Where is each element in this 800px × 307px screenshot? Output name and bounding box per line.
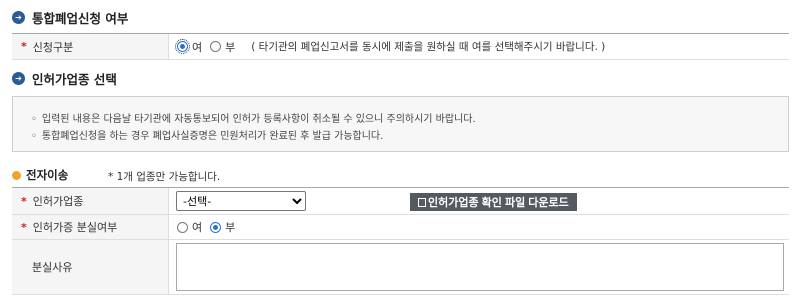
industry-row: * 인허가업종 -선택- <box>12 187 789 215</box>
circle-bullet-icon <box>12 170 21 180</box>
section-title-integrated-closure: ➔ 통합폐업신청 여부 <box>12 8 128 27</box>
download-industry-file-button[interactable]: 인허가업종 확인 파일 다운로드 <box>410 193 577 211</box>
industry-label: 인허가업종 <box>32 195 84 208</box>
notice-line: ◦ 입력된 내용은 다음날 타기관에 자동통보되어 인허가 등록사항이 취소될 수… <box>31 114 476 125</box>
sub-title-text: 전자이송 <box>26 168 69 182</box>
application-type-no-radio[interactable] <box>210 41 222 52</box>
application-type-label: 신청구분 <box>32 40 74 54</box>
license-lost-no-radio[interactable] <box>210 221 222 233</box>
arrow-right-icon: ➔ <box>12 72 25 85</box>
application-type-hint: ( 타기관의 폐업신고서를 동시에 제출을 원하실 때 여를 선택해주시기 바랍… <box>251 41 606 53</box>
lost-reason-textarea[interactable] <box>176 243 784 291</box>
license-lost-no-label[interactable]: 부 <box>225 219 235 235</box>
application-type-no-label[interactable]: 부 <box>225 39 235 55</box>
section-title-license-industry: ➔ 인허가업종 선택 <box>12 69 117 88</box>
download-button-label: 인허가업종 확인 파일 다운로드 <box>428 197 569 209</box>
lost-reason-label-cell: 분실사유 <box>12 240 169 294</box>
lost-reason-row: 분실사유 <box>12 240 789 295</box>
required-star-icon: * <box>21 40 27 53</box>
notice-line: ◦ 통합폐업신청을 하는 경우 폐업사실증명은 민원처리가 완료된 후 발급 가능… <box>31 131 384 142</box>
notice-box: ◦ 입력된 내용은 다음날 타기관에 자동통보되어 인허가 등록사항이 취소될 수… <box>12 96 789 152</box>
application-type-yes-radio[interactable] <box>175 39 190 54</box>
application-type-label-cell: * 신청구분 <box>12 34 169 59</box>
sub-note: * 1개 업종만 가능합니다. <box>108 171 221 183</box>
file-icon <box>418 197 426 207</box>
application-type-value-cell: 여 부 ( 타기관의 폐업신고서를 동시에 제출을 원하실 때 여를 선택해주시… <box>169 34 789 59</box>
industry-label-cell: * 인허가업종 <box>12 188 169 214</box>
license-lost-label-cell: * 인허가증 분실여부 <box>12 215 169 239</box>
license-lost-value-cell: 여 부 <box>169 215 789 239</box>
application-type-yes-label[interactable]: 여 <box>192 39 202 55</box>
license-lost-yes-radio[interactable] <box>177 221 188 233</box>
license-lost-yes-label[interactable]: 여 <box>192 219 202 235</box>
required-star-icon: * <box>21 194 27 208</box>
lost-reason-label: 분실사유 <box>32 261 73 274</box>
section-title-text: 통합폐업신청 여부 <box>32 11 129 26</box>
arrow-right-icon: ➔ <box>12 11 25 24</box>
section-title-text: 인허가업종 선택 <box>32 72 117 87</box>
sub-title-electronic-transfer: 전자이송 <box>12 167 68 183</box>
required-star-icon: * <box>21 220 27 234</box>
industry-select[interactable]: -선택- <box>176 191 306 211</box>
license-lost-label: 인허가증 분실여부 <box>32 221 118 234</box>
application-type-row: * 신청구분 여 부 ( 타기관의 폐업신고서를 동시에 제출을 원하실 때 여… <box>12 33 789 60</box>
lost-reason-value-cell <box>169 240 789 294</box>
license-lost-row: * 인허가증 분실여부 여 부 <box>12 215 789 240</box>
